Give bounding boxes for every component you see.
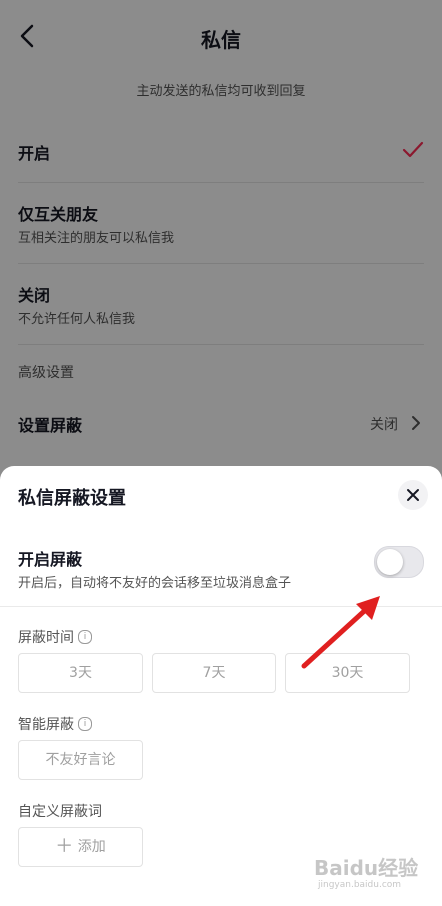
smart-block-label: 智能屏蔽 i [18,714,92,734]
sheet-title: 私信屏蔽设置 [18,488,126,509]
add-word-label: 添加 [77,839,106,855]
watermark: Baidu经验 jingyan.baidu.com [314,852,422,894]
block-settings-sheet: 私信屏蔽设置 开启屏蔽 开启后，自动将不友好的会话移至垃圾消息盒子 屏蔽时间 i… [0,466,442,906]
enable-block-toggle[interactable] [374,546,424,578]
enable-block-description: 开启后，自动将不友好的会话移至垃圾消息盒子 [18,576,292,591]
plus-icon: ＋ [55,836,74,857]
watermark-subtext: jingyan.baidu.com [318,880,402,890]
watermark-text: Baidu经验 [314,856,419,880]
block-duration-label: 屏蔽时间 i [18,627,92,647]
close-button[interactable] [398,480,428,510]
custom-words-label: 自定义屏蔽词 [18,801,102,821]
enable-block-label: 开启屏蔽 [18,550,83,569]
custom-words-text: 自定义屏蔽词 [18,804,102,820]
block-duration-text: 屏蔽时间 [18,630,74,646]
close-icon [407,489,419,501]
smart-block-text: 智能屏蔽 [18,717,74,733]
duration-option-7d[interactable]: 7天 [152,653,276,693]
smart-option-unfriendly[interactable]: 不友好言论 [18,740,143,780]
info-icon[interactable]: i [78,717,92,731]
add-word-button[interactable]: ＋ 添加 [18,827,143,867]
duration-option-3d[interactable]: 3天 [18,653,143,693]
toggle-knob [377,549,403,575]
red-arrow-annotation-icon [301,596,380,669]
info-icon[interactable]: i [78,630,92,644]
